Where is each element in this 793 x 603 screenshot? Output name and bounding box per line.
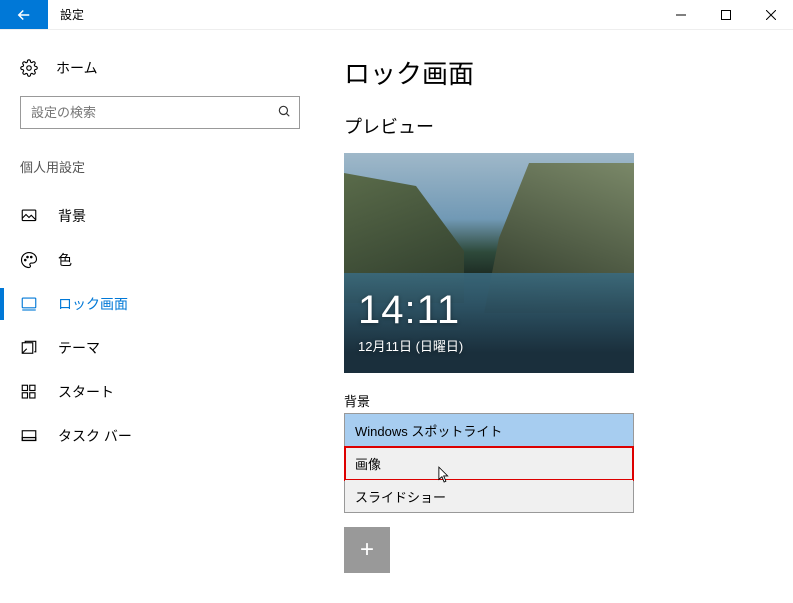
dropdown-option-label: スライドショー xyxy=(355,487,446,506)
dropdown-option-label: Windows スポットライト xyxy=(355,421,502,440)
lockscreen-icon xyxy=(20,295,38,313)
close-button[interactable] xyxy=(748,0,793,29)
preview-clock: 14:11 xyxy=(358,288,460,333)
maximize-button[interactable] xyxy=(703,0,748,29)
palette-icon xyxy=(20,251,38,269)
search-input[interactable] xyxy=(20,96,300,129)
background-label: 背景 xyxy=(344,391,753,410)
theme-icon xyxy=(20,339,38,357)
sidebar-item-colors[interactable]: 色 xyxy=(20,238,310,282)
home-nav[interactable]: ホーム xyxy=(20,50,310,96)
gear-icon xyxy=(20,59,38,77)
sidebar-item-label: 色 xyxy=(58,250,72,270)
dropdown-option-slideshow[interactable]: スライドショー xyxy=(345,480,633,513)
sidebar-item-label: タスク バー xyxy=(58,426,132,446)
lockscreen-preview: 14:11 12月11日 (日曜日) xyxy=(344,153,634,373)
sidebar-item-label: 背景 xyxy=(58,206,86,226)
sidebar-item-background[interactable]: 背景 xyxy=(20,194,310,238)
sidebar-item-label: ロック画面 xyxy=(58,294,128,314)
home-label: ホーム xyxy=(56,58,98,78)
sidebar-item-label: テーマ xyxy=(58,338,100,358)
sidebar-item-taskbar[interactable]: タスク バー xyxy=(20,414,310,458)
back-button[interactable] xyxy=(0,0,48,29)
sidebar-item-start[interactable]: スタート xyxy=(20,370,310,414)
add-button[interactable]: + xyxy=(344,527,390,573)
search-icon xyxy=(277,104,291,121)
dropdown-option-picture[interactable]: 画像 xyxy=(345,447,633,480)
picture-icon xyxy=(20,207,38,225)
window-title: 設定 xyxy=(48,0,84,29)
page-title: ロック画面 xyxy=(344,54,753,91)
sidebar-item-label: スタート xyxy=(58,382,114,402)
sidebar-item-lockscreen[interactable]: ロック画面 xyxy=(20,282,310,326)
start-icon xyxy=(20,383,38,401)
dropdown-option-spotlight[interactable]: Windows スポットライト xyxy=(345,414,633,447)
background-dropdown[interactable]: Windows スポットライト 画像 スライドショー xyxy=(344,413,634,513)
preview-heading: プレビュー xyxy=(344,113,753,139)
preview-date: 12月11日 (日曜日) xyxy=(358,336,463,355)
minimize-button[interactable] xyxy=(658,0,703,29)
search-field[interactable] xyxy=(31,105,277,120)
sidebar-item-themes[interactable]: テーマ xyxy=(20,326,310,370)
taskbar-icon xyxy=(20,427,38,445)
dropdown-option-label: 画像 xyxy=(355,454,381,473)
section-header: 個人用設定 xyxy=(20,157,310,176)
